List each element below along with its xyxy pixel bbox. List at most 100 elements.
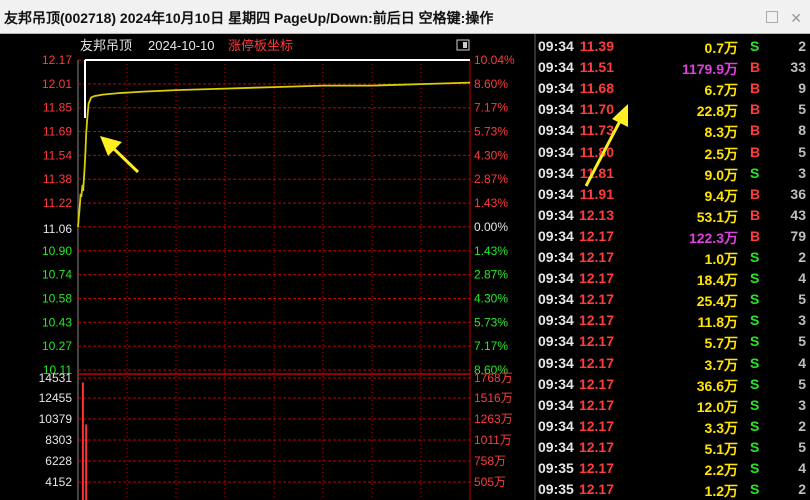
tick-direction: B bbox=[750, 227, 761, 244]
tick-row[interactable]: 09:34 12.17 3.3万 S 2 bbox=[536, 415, 810, 436]
tick-volume: 6.7万 bbox=[704, 82, 738, 99]
maximize-icon[interactable] bbox=[765, 11, 778, 23]
tick-row[interactable]: 09:34 11.91 9.4万 B 36 bbox=[536, 183, 810, 204]
tick-time: 09:34 bbox=[538, 417, 574, 434]
tick-time: 09:34 bbox=[538, 80, 574, 97]
volume-tick-label: 12455 bbox=[39, 391, 73, 405]
tick-row[interactable]: 09:34 12.17 25.4万 S 5 bbox=[536, 288, 810, 309]
pct-tick-label: 2.87% bbox=[474, 268, 508, 282]
tick-count: 2 bbox=[798, 249, 806, 265]
tick-price: 12.17 bbox=[578, 354, 614, 371]
tick-volume: 25.4万 bbox=[696, 293, 738, 310]
tick-list[interactable]: 09:34 11.39 0.7万 S 2 09:34 11.51 1179.9万 B 33 09:3… bbox=[536, 34, 810, 500]
tick-count: 2 bbox=[798, 481, 806, 498]
intraday-chart[interactable]: 12.17 12.01 11.85 11.69 11.54 11.38 11.22 11.06… bbox=[0, 34, 536, 500]
tick-direction: S bbox=[750, 396, 760, 413]
pct-tick-label-mid: 0.00% bbox=[474, 220, 508, 234]
tick-row[interactable]: 09:34 12.17 36.6万 S 5 bbox=[536, 373, 810, 394]
tick-row[interactable]: 09:34 12.17 5.1万 S 5 bbox=[536, 436, 810, 457]
tick-time: 09:35 bbox=[538, 481, 574, 498]
tick-direction: B bbox=[750, 185, 761, 202]
tick-volume: 11.8万 bbox=[697, 314, 738, 331]
tick-time: 09:34 bbox=[538, 101, 574, 118]
tick-time: 09:34 bbox=[538, 227, 574, 244]
tick-count: 5 bbox=[798, 143, 806, 160]
tick-direction: S bbox=[750, 249, 760, 265]
tick-time: 09:34 bbox=[538, 143, 574, 160]
tick-direction: S bbox=[750, 38, 760, 54]
tick-count: 5 bbox=[798, 333, 806, 350]
tick-time: 09:34 bbox=[538, 185, 574, 202]
tick-row[interactable]: 09:34 11.51 1179.9万 B 33 bbox=[536, 56, 810, 77]
tick-row[interactable]: 09:35 12.17 1.2万 S 2 bbox=[536, 478, 810, 499]
chart-mode-label[interactable]: 涨停板坐标 bbox=[228, 38, 293, 53]
tick-volume: 9.4万 bbox=[704, 187, 738, 204]
tick-time: 09:34 bbox=[538, 164, 574, 181]
chart-date: 2024-10-10 bbox=[148, 38, 215, 53]
volume-tick-label-right: 1011万 bbox=[474, 433, 512, 447]
tick-volume: 22.8万 bbox=[696, 103, 738, 120]
price-tick-label: 11.22 bbox=[43, 196, 72, 210]
tick-direction: B bbox=[750, 80, 761, 97]
volume-tick-label: 6228 bbox=[45, 454, 72, 468]
tick-row[interactable]: 09:34 11.39 0.7万 S 2 bbox=[536, 35, 810, 56]
tick-volume: 12.0万 bbox=[696, 398, 738, 415]
tick-row[interactable]: 09:34 12.17 3.7万 S 4 bbox=[536, 352, 810, 373]
tick-direction: S bbox=[750, 438, 760, 455]
tick-price: 11.68 bbox=[579, 80, 614, 97]
tick-row[interactable]: 09:35 12.17 2.2万 S 4 bbox=[536, 457, 810, 478]
tick-price: 11.91 bbox=[579, 185, 614, 202]
tick-volume: 2.2万 bbox=[704, 462, 738, 478]
tick-row[interactable]: 09:34 11.70 22.8万 B 5 bbox=[536, 98, 810, 119]
tick-row[interactable]: 09:34 11.80 2.5万 B 5 bbox=[536, 141, 810, 162]
tick-row[interactable]: 09:34 11.68 6.7万 B 9 bbox=[536, 77, 810, 98]
tick-row[interactable]: 09:34 12.17 18.4万 S 4 bbox=[536, 267, 810, 288]
pct-tick-label: 2.87% bbox=[474, 172, 508, 186]
tick-row[interactable]: 09:34 12.17 12.0万 S 3 bbox=[536, 394, 810, 415]
volume-tick-label: 8303 bbox=[45, 433, 72, 447]
pct-tick-label: 7.17% bbox=[474, 339, 508, 353]
tick-count: 9 bbox=[798, 80, 806, 97]
pct-tick-label: 4.30% bbox=[474, 291, 508, 305]
tick-price: 11.39 bbox=[579, 38, 614, 54]
tick-row[interactable]: 09:34 11.81 9.0万 S 3 bbox=[536, 162, 810, 183]
tick-count: 3 bbox=[798, 396, 806, 413]
tick-count: 36 bbox=[790, 185, 806, 202]
volume-tick-label: 10379 bbox=[39, 412, 73, 426]
tick-time: 09:34 bbox=[538, 312, 574, 329]
tick-price: 11.51 bbox=[579, 59, 614, 76]
pct-tick-label: 5.73% bbox=[474, 125, 508, 139]
volume-tick-label-right: 505万 bbox=[474, 475, 506, 489]
pct-tick-label: 1.43% bbox=[474, 196, 508, 210]
tick-price: 12.17 bbox=[578, 312, 614, 329]
tick-count: 5 bbox=[798, 438, 806, 455]
tick-count: 3 bbox=[798, 312, 806, 329]
close-icon[interactable]: ✕ bbox=[790, 11, 802, 25]
volume-tick-label-right: 1768万 bbox=[474, 371, 513, 385]
window-title-bar: 友邦吊顶(002718) 2024年10月10日 星期四 PageUp/Down… bbox=[0, 0, 810, 34]
tick-direction: B bbox=[750, 143, 761, 160]
tick-row[interactable]: 09:34 12.17 11.8万 S 3 bbox=[536, 309, 810, 330]
tick-time: 09:34 bbox=[538, 249, 574, 265]
tick-count: 2 bbox=[798, 38, 806, 54]
tick-volume: 2.5万 bbox=[704, 145, 738, 162]
tick-count: 2 bbox=[798, 417, 806, 434]
tick-price: 12.17 bbox=[578, 270, 614, 287]
tick-price: 12.17 bbox=[578, 481, 614, 498]
tick-row[interactable]: 09:34 12.17 5.7万 S 5 bbox=[536, 330, 810, 351]
tick-row[interactable]: 09:34 12.17 1.0万 S 2 bbox=[536, 246, 810, 267]
tick-volume: 5.1万 bbox=[704, 440, 738, 457]
pct-tick-label: 4.30% bbox=[474, 148, 508, 162]
price-tick-label: 10.74 bbox=[42, 268, 72, 282]
tick-direction: S bbox=[750, 417, 760, 434]
tick-time: 09:34 bbox=[538, 270, 574, 287]
tick-time: 09:35 bbox=[538, 460, 574, 476]
tick-price: 12.17 bbox=[578, 227, 614, 244]
tick-row[interactable]: 09:34 12.17 122.3万 B 79 bbox=[536, 225, 810, 246]
tick-row[interactable]: 09:34 12.13 53.1万 B 43 bbox=[536, 204, 810, 225]
tick-volume: 122.3万 bbox=[688, 229, 738, 246]
chart-background bbox=[0, 34, 536, 500]
tick-volume: 53.1万 bbox=[696, 208, 738, 225]
price-tick-label: 12.17 bbox=[42, 53, 72, 67]
tick-row[interactable]: 09:34 11.73 8.3万 B 8 bbox=[536, 119, 810, 140]
